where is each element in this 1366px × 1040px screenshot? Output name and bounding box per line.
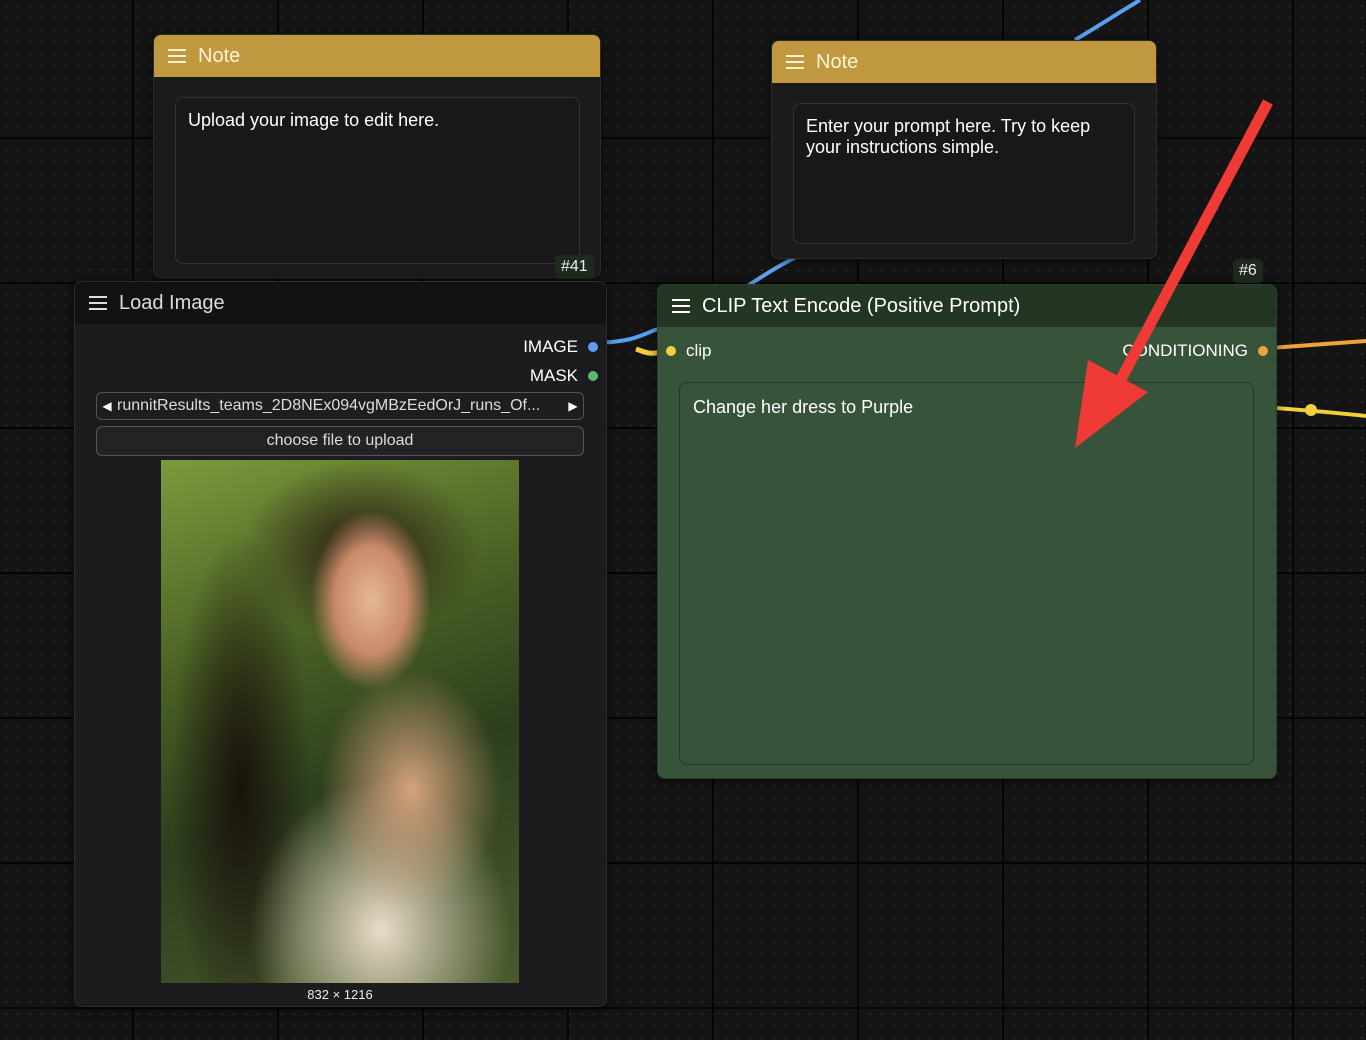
reroute-dot	[1305, 404, 1317, 416]
node-id-badge: #41	[555, 255, 594, 279]
node-header[interactable]: Load Image	[75, 282, 606, 324]
node-id-badge: #6	[1233, 259, 1263, 283]
node-header[interactable]: CLIP Text Encode (Positive Prompt)	[658, 285, 1276, 327]
conditioning-output[interactable]: CONDITIONING	[1122, 341, 1268, 361]
note-title: Note	[816, 50, 859, 73]
image-dimensions: 832 × 1216	[307, 987, 373, 1002]
load-image-node[interactable]: Load Image IMAGE MASK ◀ runnitResults_te…	[74, 281, 607, 1007]
prompt-textarea[interactable]: Change her dress to Purple	[679, 382, 1254, 765]
combo-right-arrow-icon[interactable]: ▶	[563, 399, 583, 413]
image-file-combo[interactable]: ◀ runnitResults_teams_2D8NEx094vgMBzEedO…	[96, 392, 584, 420]
mask-output-label: MASK	[529, 366, 578, 385]
conditioning-output-label: CONDITIONING	[1122, 341, 1248, 360]
mask-output[interactable]: MASK	[530, 366, 598, 386]
image-link-wire-top	[1073, 0, 1142, 42]
note-node-prompt[interactable]: Note Enter your prompt here. Try to keep…	[771, 40, 1157, 259]
note-text[interactable]: Enter your prompt here. Try to keep your…	[793, 103, 1135, 244]
note-header[interactable]: Note	[772, 41, 1156, 83]
clip-input[interactable]: clip	[666, 341, 712, 361]
image-output-label: IMAGE	[523, 337, 578, 356]
note-text[interactable]: Upload your image to edit here.	[175, 97, 580, 264]
yellow-link-wire	[1275, 406, 1366, 418]
menu-icon[interactable]	[89, 292, 107, 314]
note-header[interactable]: Note	[154, 35, 600, 77]
node-title: Load Image	[119, 291, 225, 314]
image-output[interactable]: IMAGE	[523, 337, 598, 357]
conditioning-output-socket[interactable]	[1258, 346, 1268, 356]
clip-input-socket[interactable]	[666, 346, 676, 356]
note-node-upload[interactable]: Note Upload your image to edit here.	[153, 34, 601, 278]
note-title: Note	[198, 44, 241, 67]
image-output-socket[interactable]	[588, 342, 598, 352]
conditioning-link-wire	[1269, 339, 1366, 350]
clip-input-label: clip	[686, 341, 712, 360]
image-file-value: runnitResults_teams_2D8NEx094vgMBzEedOrJ…	[117, 397, 541, 414]
combo-left-arrow-icon[interactable]: ◀	[97, 399, 117, 413]
upload-button[interactable]: choose file to upload	[96, 426, 584, 456]
menu-icon[interactable]	[786, 51, 804, 73]
menu-icon[interactable]	[168, 45, 186, 67]
image-preview	[161, 460, 519, 983]
menu-icon[interactable]	[672, 295, 690, 317]
clip-text-encode-node[interactable]: CLIP Text Encode (Positive Prompt) clip …	[657, 284, 1277, 779]
node-title: CLIP Text Encode (Positive Prompt)	[702, 294, 1021, 317]
mask-output-socket[interactable]	[588, 371, 598, 381]
